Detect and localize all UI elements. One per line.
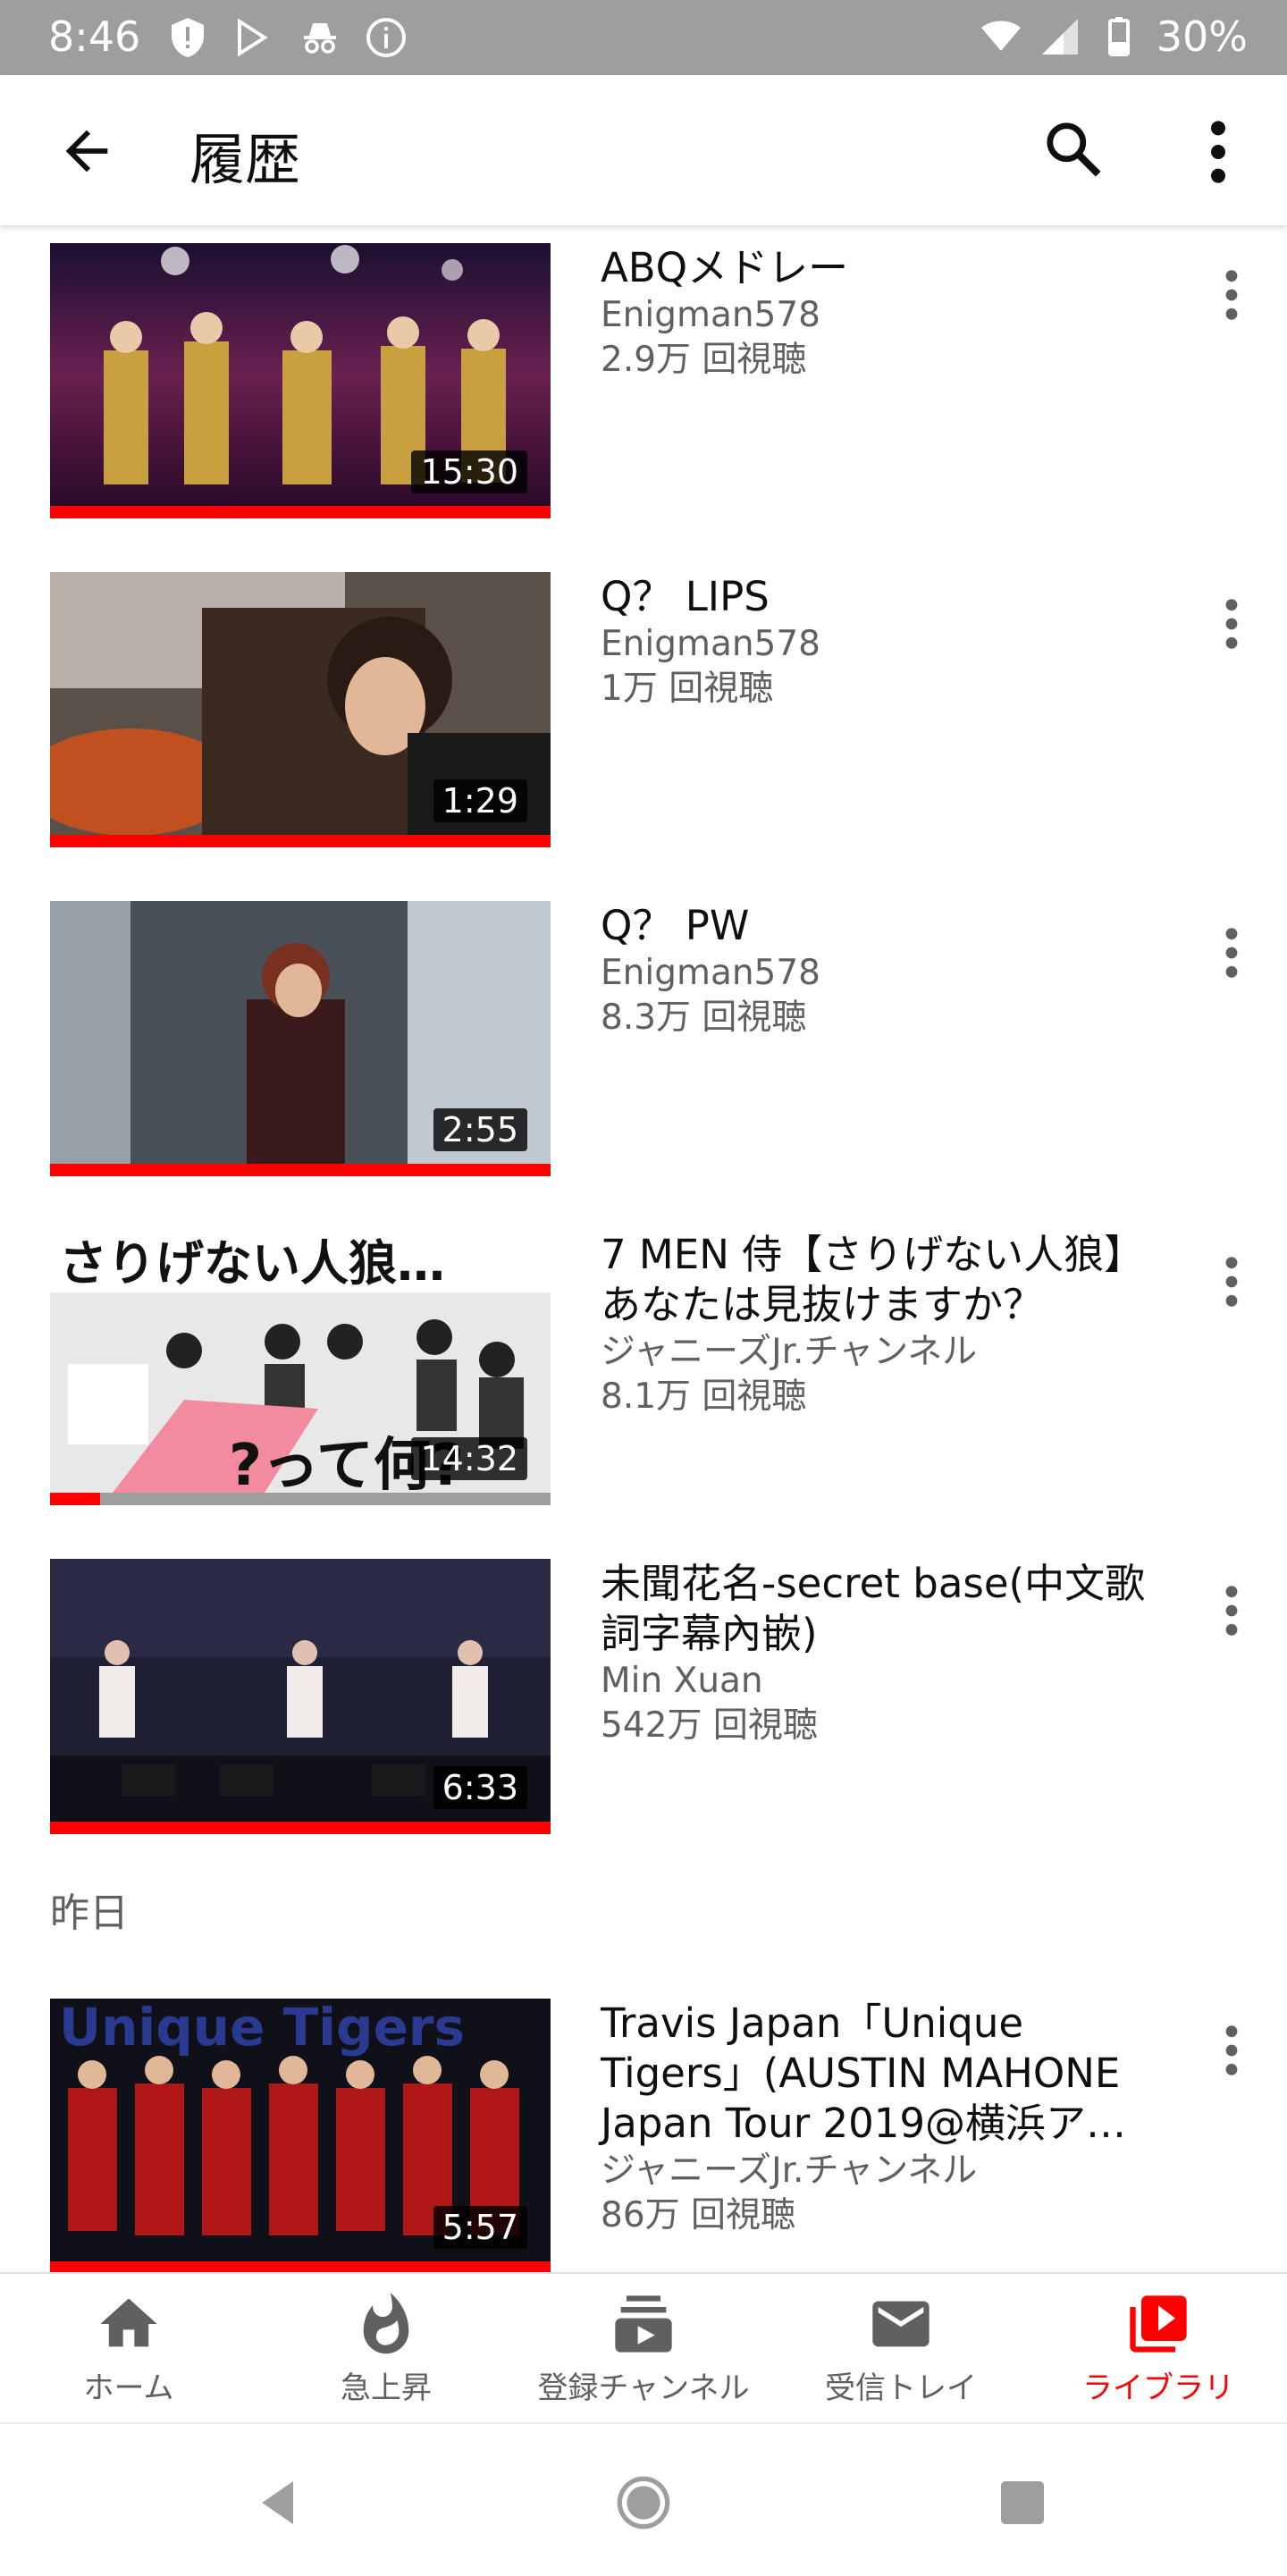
page-title: 履歴: [189, 127, 301, 192]
watch-progress-bar: [50, 1493, 100, 1505]
view-count: 1万 回視聴: [601, 669, 774, 709]
channel-name: Enigman578: [601, 953, 820, 993]
video-title[interactable]: Q？ LIPS: [601, 572, 1155, 622]
view-count: 86万 回視聴: [601, 2195, 796, 2235]
nav-tab-home[interactable]: ホーム: [0, 2290, 257, 2407]
video-options-icon[interactable]: [1221, 1253, 1242, 1310]
video-options-icon[interactable]: [1221, 266, 1242, 324]
video-thumbnail[interactable]: 2:55: [50, 901, 551, 1176]
video-thumbnail[interactable]: さりげない人狼… ?って何? 14:32: [50, 1230, 551, 1505]
status-time: 8:46: [48, 13, 141, 61]
trending-icon: [363, 2293, 409, 2354]
nav-tab-trending[interactable]: 急上昇: [257, 2290, 515, 2407]
video-options-icon[interactable]: [1221, 1582, 1242, 1639]
video-title[interactable]: 未聞花名-secret base(中文歌詞字幕內嵌): [601, 1559, 1155, 1659]
video-thumbnail[interactable]: 15:30: [50, 243, 551, 518]
channel-name: ジャニーズJr.チャンネル: [601, 2151, 978, 2191]
channel-name: Enigman578: [601, 624, 820, 664]
video-title[interactable]: Travis Japan「Unique Tigers」(AUSTIN MAHON…: [601, 1999, 1155, 2149]
video-thumbnail[interactable]: 1:29: [50, 572, 551, 847]
system-home-icon[interactable]: [615, 2474, 672, 2531]
nav-tab-label: 受信トレイ: [825, 2370, 977, 2406]
watch-progress-bar: [50, 506, 551, 518]
info-icon: [366, 18, 406, 57]
video-duration: 6:33: [433, 1766, 527, 1809]
library-icon: [1130, 2295, 1187, 2353]
system-navigation-bar: [0, 2422, 1287, 2576]
inbox-icon: [872, 2301, 930, 2347]
status-bar: 8:46 30%: [0, 0, 1287, 75]
alert-shield-icon: [172, 18, 204, 57]
video-duration: 5:57: [433, 2206, 527, 2249]
nav-tab-label: ライブラリ: [1082, 2370, 1234, 2406]
video-item[interactable]: Unique Tigers 5:57 Travis Japan「Unique T…: [0, 1981, 1287, 2274]
nav-tab-label: 登録チャンネル: [537, 2370, 750, 2406]
back-arrow-icon[interactable]: [55, 120, 118, 182]
video-thumbnail[interactable]: 6:33: [50, 1559, 551, 1834]
home-icon: [100, 2298, 157, 2347]
search-icon[interactable]: [1040, 116, 1106, 182]
channel-name: Min Xuan: [601, 1661, 763, 1701]
video-title[interactable]: ABQメドレー: [601, 243, 1155, 293]
watch-progress-bar: [50, 835, 551, 847]
nav-tab-inbox[interactable]: 受信トレイ: [772, 2290, 1030, 2407]
view-count: 8.3万 回視聴: [601, 998, 807, 1038]
thumbnail-caption: Unique Tigers: [59, 1999, 465, 2058]
video-duration: 15:30: [411, 450, 527, 493]
system-recents-icon[interactable]: [994, 2474, 1051, 2531]
channel-name: Enigman578: [601, 295, 820, 335]
app-bar: 履歴: [0, 75, 1287, 225]
cell-signal-icon: [1041, 19, 1078, 55]
video-options-icon[interactable]: [1221, 924, 1242, 981]
thumbnail-caption: さりげない人狼…: [59, 1235, 445, 1292]
channel-name: ジャニーズJr.チャンネル: [601, 1332, 978, 1372]
video-item[interactable]: さりげない人狼… ?って何? 14:32 7 MEN 侍【さりげない人狼】あなた…: [0, 1212, 1287, 1505]
bottom-navigation: ホーム 急上昇 登録チャンネル 受信トレイ ライブラリ: [0, 2272, 1287, 2422]
system-back-icon[interactable]: [250, 2474, 307, 2531]
video-item[interactable]: 2:55 Q？ PW Enigman578 8.3万 回視聴: [0, 883, 1287, 1176]
video-title[interactable]: Q？ PW: [601, 901, 1155, 951]
wifi-icon: [980, 21, 1021, 51]
nav-tab-subscriptions[interactable]: 登録チャンネル: [515, 2290, 772, 2407]
video-title[interactable]: 7 MEN 侍【さりげない人狼】あなたは見抜けますか？: [601, 1230, 1155, 1330]
subscriptions-icon: [615, 2295, 672, 2353]
battery-percent: 30%: [1156, 13, 1248, 61]
nav-tab-label: ホーム: [83, 2370, 174, 2406]
video-duration: 14:32: [411, 1437, 527, 1480]
watch-progress-bar: [50, 1164, 551, 1176]
view-count: 542万 回視聴: [601, 1705, 818, 1746]
view-count: 8.1万 回視聴: [601, 1376, 807, 1417]
video-item[interactable]: 6:33 未聞花名-secret base(中文歌詞字幕內嵌) Min Xuan…: [0, 1541, 1287, 1834]
play-store-icon: [238, 18, 268, 57]
section-header-yesterday: 昨日: [50, 1890, 129, 1936]
video-item[interactable]: 15:30 ABQメドレー Enigman578 2.9万 回視聴: [0, 225, 1287, 518]
incognito-icon: [304, 23, 336, 54]
nav-tab-label: 急上昇: [341, 2370, 432, 2406]
battery-icon: [1107, 17, 1130, 56]
video-duration: 1:29: [433, 779, 527, 822]
video-options-icon[interactable]: [1221, 595, 1242, 652]
video-duration: 2:55: [433, 1108, 527, 1151]
more-options-icon[interactable]: [1198, 116, 1239, 188]
video-options-icon[interactable]: [1221, 2022, 1242, 2079]
video-thumbnail[interactable]: Unique Tigers 5:57: [50, 1999, 551, 2274]
nav-tab-library[interactable]: ライブラリ: [1030, 2290, 1287, 2407]
view-count: 2.9万 回視聴: [601, 340, 807, 380]
watch-progress-bar: [50, 1822, 551, 1834]
video-item[interactable]: 1:29 Q？ LIPS Enigman578 1万 回視聴: [0, 554, 1287, 847]
